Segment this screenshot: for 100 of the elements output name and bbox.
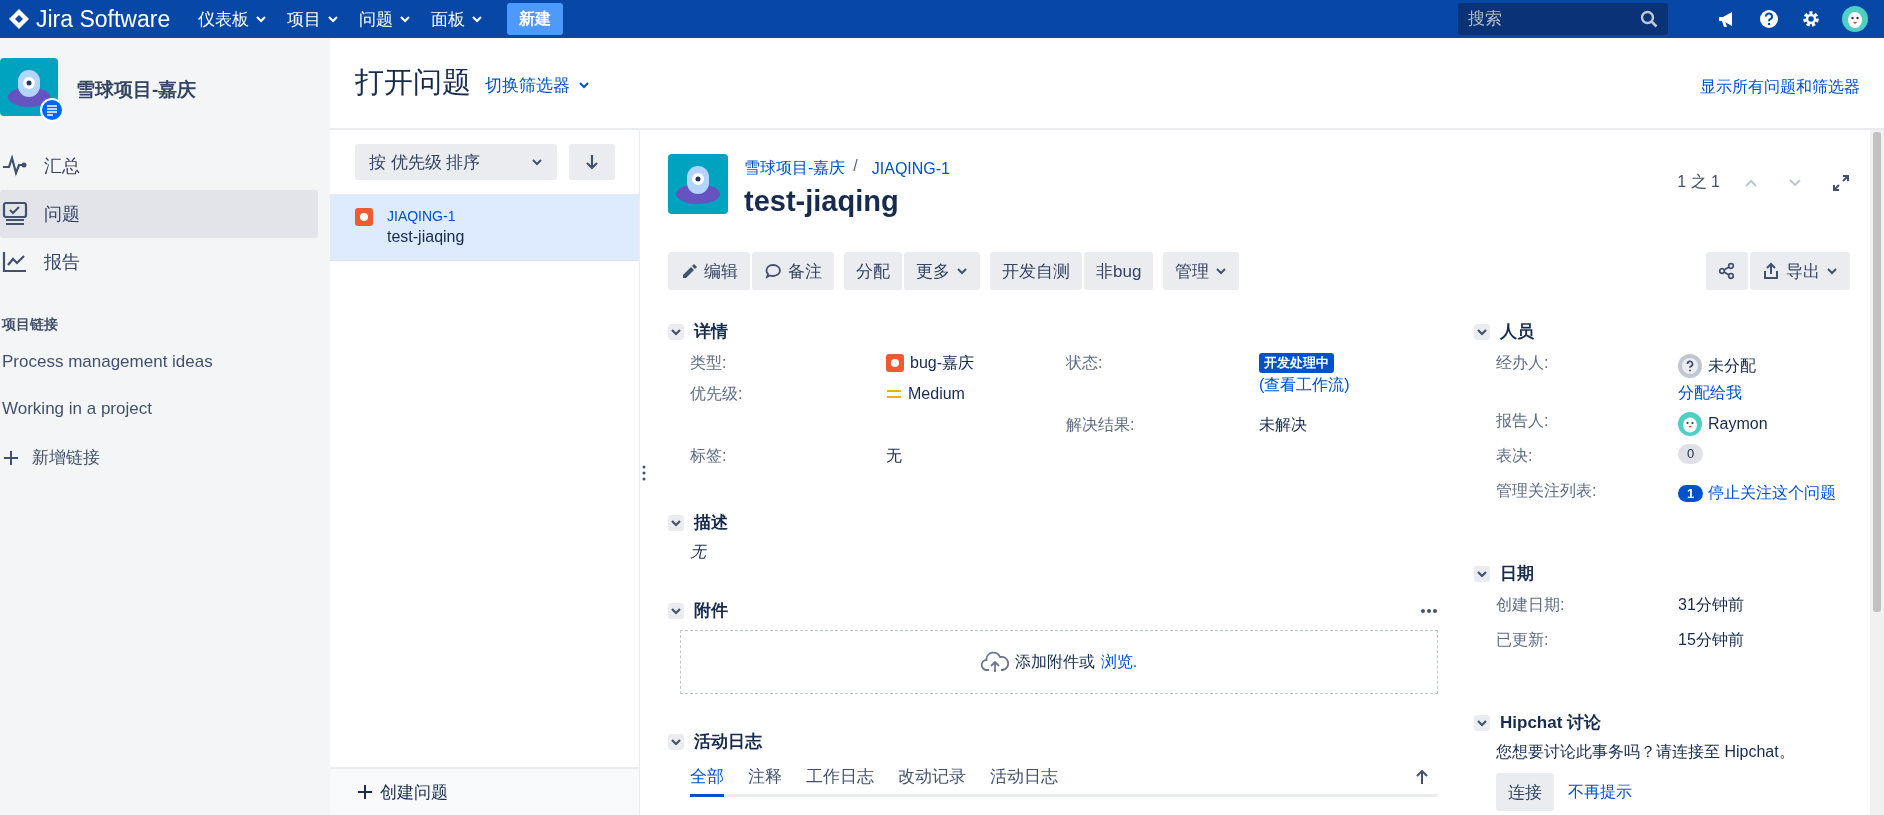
field-link[interactable]: 分配给我 — [1678, 381, 1756, 405]
more-icon[interactable] — [1420, 607, 1438, 614]
monitor-icon — [2, 201, 28, 227]
field-value: Raymon — [1708, 414, 1768, 434]
section-heading: 人员 — [1500, 321, 1534, 343]
sidebar-item[interactable]: 报告 — [0, 238, 318, 286]
activity-tab[interactable]: 活动日志 — [990, 761, 1058, 797]
pager-count: 1 之 1 — [1677, 172, 1720, 192]
browse-link[interactable]: 浏览. — [1100, 651, 1138, 673]
sort-order-button[interactable] — [569, 144, 615, 180]
field-label: 经办人: — [1496, 353, 1550, 373]
field-label: 已更新: — [1496, 630, 1550, 650]
chart-icon — [2, 249, 28, 275]
attachment-dropzone[interactable]: 添加附件或 浏览. — [680, 630, 1438, 694]
sidebar-item[interactable]: 问题 — [0, 190, 318, 238]
status-lozenge: 开发处理中 — [1259, 353, 1334, 373]
filter-switch-link[interactable]: 切换筛选器 — [485, 73, 590, 97]
project-name: 雪球项目-嘉庆 — [76, 78, 197, 102]
field-label: 表决: — [1496, 446, 1534, 466]
caret-icon — [471, 13, 484, 25]
add-link[interactable]: 新增链接 — [4, 446, 330, 469]
sidebar-item[interactable]: 汇总 — [0, 142, 318, 190]
user-avatar-icon[interactable] — [1842, 6, 1868, 32]
arrow-down-icon — [585, 154, 599, 170]
hipchat-message: 您想要讨论此事务吗？请连接至 Hipchat。 — [1496, 742, 1796, 762]
project-avatar-icon — [668, 154, 728, 214]
arrow-up-icon[interactable] — [1416, 770, 1428, 784]
caret-icon — [1826, 265, 1838, 277]
section-toggle[interactable] — [668, 323, 684, 340]
caret-icon — [578, 79, 590, 91]
activity-tab[interactable]: 全部 — [690, 761, 724, 797]
activity-tab[interactable]: 改动记录 — [898, 761, 966, 797]
search-field[interactable]: 搜索 — [1458, 3, 1668, 35]
toolbar-button[interactable]: 开发自测 — [990, 252, 1082, 290]
section-toggle[interactable] — [1474, 714, 1490, 731]
field-value: 31分钟前 — [1678, 595, 1744, 615]
drag-handle-icon[interactable] — [642, 464, 646, 481]
section-toggle[interactable] — [1474, 323, 1490, 340]
issue-list-item[interactable]: JIAQING-1 test-jiaqing — [330, 194, 639, 261]
nav-menu[interactable]: 面板 — [421, 0, 494, 38]
scrollbar-thumb[interactable] — [1873, 132, 1881, 612]
share-icon — [1718, 262, 1736, 280]
unwatch-link[interactable]: 停止关注这个问题 — [1708, 484, 1837, 501]
field-value: Medium — [908, 384, 965, 404]
sort-dropdown[interactable]: 按 优先级 排序 — [355, 144, 557, 180]
plus-icon — [4, 450, 18, 465]
issue-summary: test-jiaqing — [387, 228, 465, 246]
section-toggle[interactable] — [668, 733, 684, 750]
toolbar-button[interactable]: 管理 — [1163, 252, 1240, 290]
dismiss-link[interactable]: 不再提示 — [1568, 781, 1632, 803]
activity-tab[interactable]: 注释 — [748, 761, 782, 797]
field-value: bug-嘉庆 — [910, 353, 975, 373]
project-link[interactable]: Process management ideas — [2, 352, 330, 372]
upload-icon — [1762, 262, 1780, 280]
product-logo[interactable]: Jira Software — [36, 5, 171, 33]
section-heading: Hipchat 讨论 — [1500, 712, 1602, 734]
caret-icon — [255, 13, 268, 25]
section-heading: 活动日志 — [694, 731, 762, 753]
toolbar-button[interactable]: 更多 — [904, 252, 980, 290]
connect-button[interactable]: 连接 — [1496, 773, 1554, 811]
create-issue-link[interactable]: 创建问题 — [330, 767, 639, 815]
field-label: 标签: — [690, 446, 728, 466]
nav-menu[interactable]: 项目 — [277, 0, 350, 38]
field-value: 未解决 — [1259, 415, 1307, 435]
help-icon[interactable] — [1758, 8, 1780, 30]
project-link[interactable]: Working in a project — [2, 399, 330, 419]
section-toggle[interactable] — [668, 602, 684, 619]
field-value: 无 — [886, 446, 902, 466]
list-badge-icon — [40, 98, 64, 122]
nav-menu[interactable]: 问题 — [349, 0, 422, 38]
caret-icon — [531, 156, 543, 168]
priority-medium-icon — [886, 388, 902, 400]
section-heading: 描述 — [694, 512, 728, 534]
share-button[interactable] — [1706, 252, 1748, 290]
caret-icon — [327, 13, 340, 25]
section-heading: 详情 — [694, 321, 728, 343]
count-badge: 1 — [1678, 485, 1704, 502]
toolbar-button[interactable]: 分配 — [844, 252, 902, 290]
section-toggle[interactable] — [1474, 565, 1490, 582]
comment-icon — [764, 262, 782, 280]
scrollbar[interactable] — [1870, 130, 1884, 815]
settings-icon[interactable] — [1800, 8, 1822, 30]
search-icon — [1640, 10, 1658, 28]
section-toggle[interactable] — [668, 514, 684, 531]
activity-tab[interactable]: 工作日志 — [806, 761, 874, 797]
nav-menu[interactable]: 仪表板 — [188, 0, 278, 38]
page-title: 打开问题 — [355, 65, 471, 100]
export-button[interactable]: 导出 — [1750, 252, 1850, 290]
dropzone-text: 添加附件或 — [1014, 651, 1095, 672]
toolbar-button[interactable]: 非bug — [1084, 252, 1154, 290]
breadcrumb-link[interactable]: JIAQING-1 — [871, 159, 950, 178]
toolbar-button[interactable]: 编辑 — [668, 252, 750, 290]
expand-icon[interactable] — [1832, 173, 1850, 192]
field-label: 类型: — [690, 353, 728, 373]
breadcrumb-link[interactable]: 雪球项目-嘉庆 — [744, 158, 846, 179]
field-label: 管理关注列表: — [1496, 481, 1598, 501]
field-label: 报告人: — [1496, 411, 1550, 431]
field-link[interactable]: (查看工作流) — [1259, 373, 1350, 397]
toolbar-button[interactable]: 备注 — [752, 252, 834, 290]
show-all-link[interactable]: 显示所有问题和筛选器 — [1700, 76, 1860, 98]
